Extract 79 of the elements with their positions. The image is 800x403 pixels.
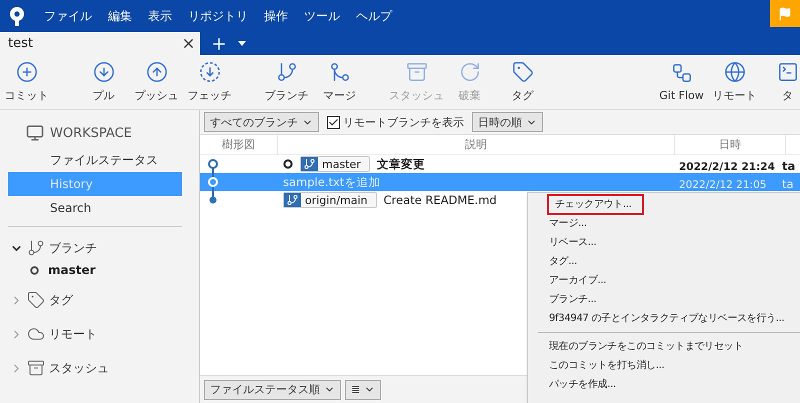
column-header[interactable]: 日時: [675, 135, 786, 154]
commit-message: 文章変更: [376, 156, 425, 172]
branch-label: master: [300, 156, 370, 172]
flag-icon: [778, 6, 792, 20]
sort-dropdown[interactable]: ファイルステータス順: [204, 380, 341, 400]
logo-icon: [8, 6, 26, 26]
sidebar-section[interactable]: リモート: [49, 326, 97, 342]
down-arrow-circle-icon: [92, 61, 114, 83]
branch-icon: [284, 193, 301, 207]
menu-item[interactable]: ツール: [296, 8, 348, 24]
ring-icon: [30, 266, 39, 274]
toolbar-button[interactable]: フェッチ: [183, 55, 236, 109]
menu-item[interactable]: ファイル: [36, 8, 100, 24]
menu-option[interactable]: このコミットを打ち消し...: [549, 357, 664, 374]
menu-item[interactable]: ヘルプ: [348, 8, 400, 24]
toolbar-button[interactable]: タグ: [496, 55, 549, 109]
view-dropdown[interactable]: ≣: [345, 380, 382, 400]
toolbar-button[interactable]: マージ: [313, 55, 366, 109]
menu-item[interactable]: 編集: [100, 8, 140, 24]
checkbox-label: リモートブランチを表示: [343, 114, 464, 130]
box-icon: [27, 359, 45, 377]
menu-item[interactable]: リポジトリ: [180, 8, 256, 24]
branch-icon: [276, 61, 298, 83]
toolbar-button[interactable]: Git Flow: [655, 55, 708, 109]
tag-icon: [512, 61, 534, 83]
dashed-down-arrow-circle-icon: [198, 61, 220, 83]
box-icon: [406, 61, 428, 83]
menu-option[interactable]: ブランチ...: [549, 291, 596, 308]
menu-option[interactable]: マージ...: [549, 215, 587, 232]
toolbar-button[interactable]: タ: [761, 55, 800, 109]
sidebar-section[interactable]: スタッシュ: [49, 360, 109, 376]
sidebar-section[interactable]: タグ: [49, 292, 73, 308]
branch-icon: [27, 239, 45, 257]
flow-icon: [670, 62, 692, 84]
sidebar-item[interactable]: ファイルステータス: [8, 148, 182, 172]
commit-date: 2022/2/12 21:24: [679, 160, 775, 172]
close-icon[interactable]: [181, 36, 196, 51]
caret-icon[interactable]: [238, 41, 246, 46]
toolbar-button[interactable]: コミット: [0, 55, 53, 109]
menu-option[interactable]: 現在のブランチをこのコミットまでリセット: [549, 338, 744, 355]
menu-option[interactable]: タグ...: [549, 253, 578, 270]
globe-icon: [724, 61, 746, 83]
column-header[interactable]: 樹形図: [200, 135, 278, 154]
terminal-icon: [776, 61, 798, 83]
commit-author: ta: [782, 176, 794, 190]
toolbar-button[interactable]: プッシュ: [130, 55, 183, 109]
merge-icon: [328, 61, 350, 83]
cloud-icon: [27, 325, 45, 343]
menu-option[interactable]: 9f34947 の子とインタラクティブなリベースを行う...: [549, 310, 784, 327]
menu-option[interactable]: アーカイブ...: [549, 272, 606, 289]
sidebar-section[interactable]: ブランチ: [49, 240, 97, 256]
sidebar-item[interactable]: Search: [8, 196, 182, 220]
branch-label: origin/main: [283, 192, 377, 208]
toolbar-button[interactable]: プル: [77, 55, 130, 109]
menu-item[interactable]: 表示: [140, 8, 180, 24]
toolbar-button[interactable]: ブランチ: [260, 55, 313, 109]
rotate-icon: [458, 61, 480, 83]
tag-icon: [27, 291, 45, 309]
branch-item[interactable]: master: [48, 263, 96, 277]
section-title: WORKSPACE: [50, 126, 132, 140]
monitor-icon: [26, 124, 44, 142]
column-header[interactable]: 説明: [278, 135, 675, 154]
menu-option[interactable]: チェックアウト...: [547, 194, 644, 215]
menu-option[interactable]: パッチを作成...: [549, 376, 616, 393]
up-arrow-circle-icon: [146, 61, 168, 83]
plus-circle-icon: [16, 61, 38, 83]
commit-date: 2022/2/12 21:05: [679, 178, 766, 190]
branch-icon: [301, 157, 318, 171]
commit-author: ta: [782, 158, 796, 172]
checkbox[interactable]: [327, 116, 340, 128]
add-tab-icon[interactable]: [210, 35, 228, 53]
commit-message: Create README.md: [384, 193, 497, 207]
branch-filter-dropdown[interactable]: すべてのブランチ: [204, 112, 319, 132]
menu-option[interactable]: リベース...: [549, 234, 596, 251]
toolbar-button[interactable]: リモート: [708, 55, 761, 109]
commit-message: sample.txtを追加: [283, 174, 380, 190]
repo-tab[interactable]: test: [0, 32, 200, 55]
menu-item[interactable]: 操作: [256, 8, 296, 24]
order-dropdown[interactable]: 日時の順: [472, 112, 543, 132]
